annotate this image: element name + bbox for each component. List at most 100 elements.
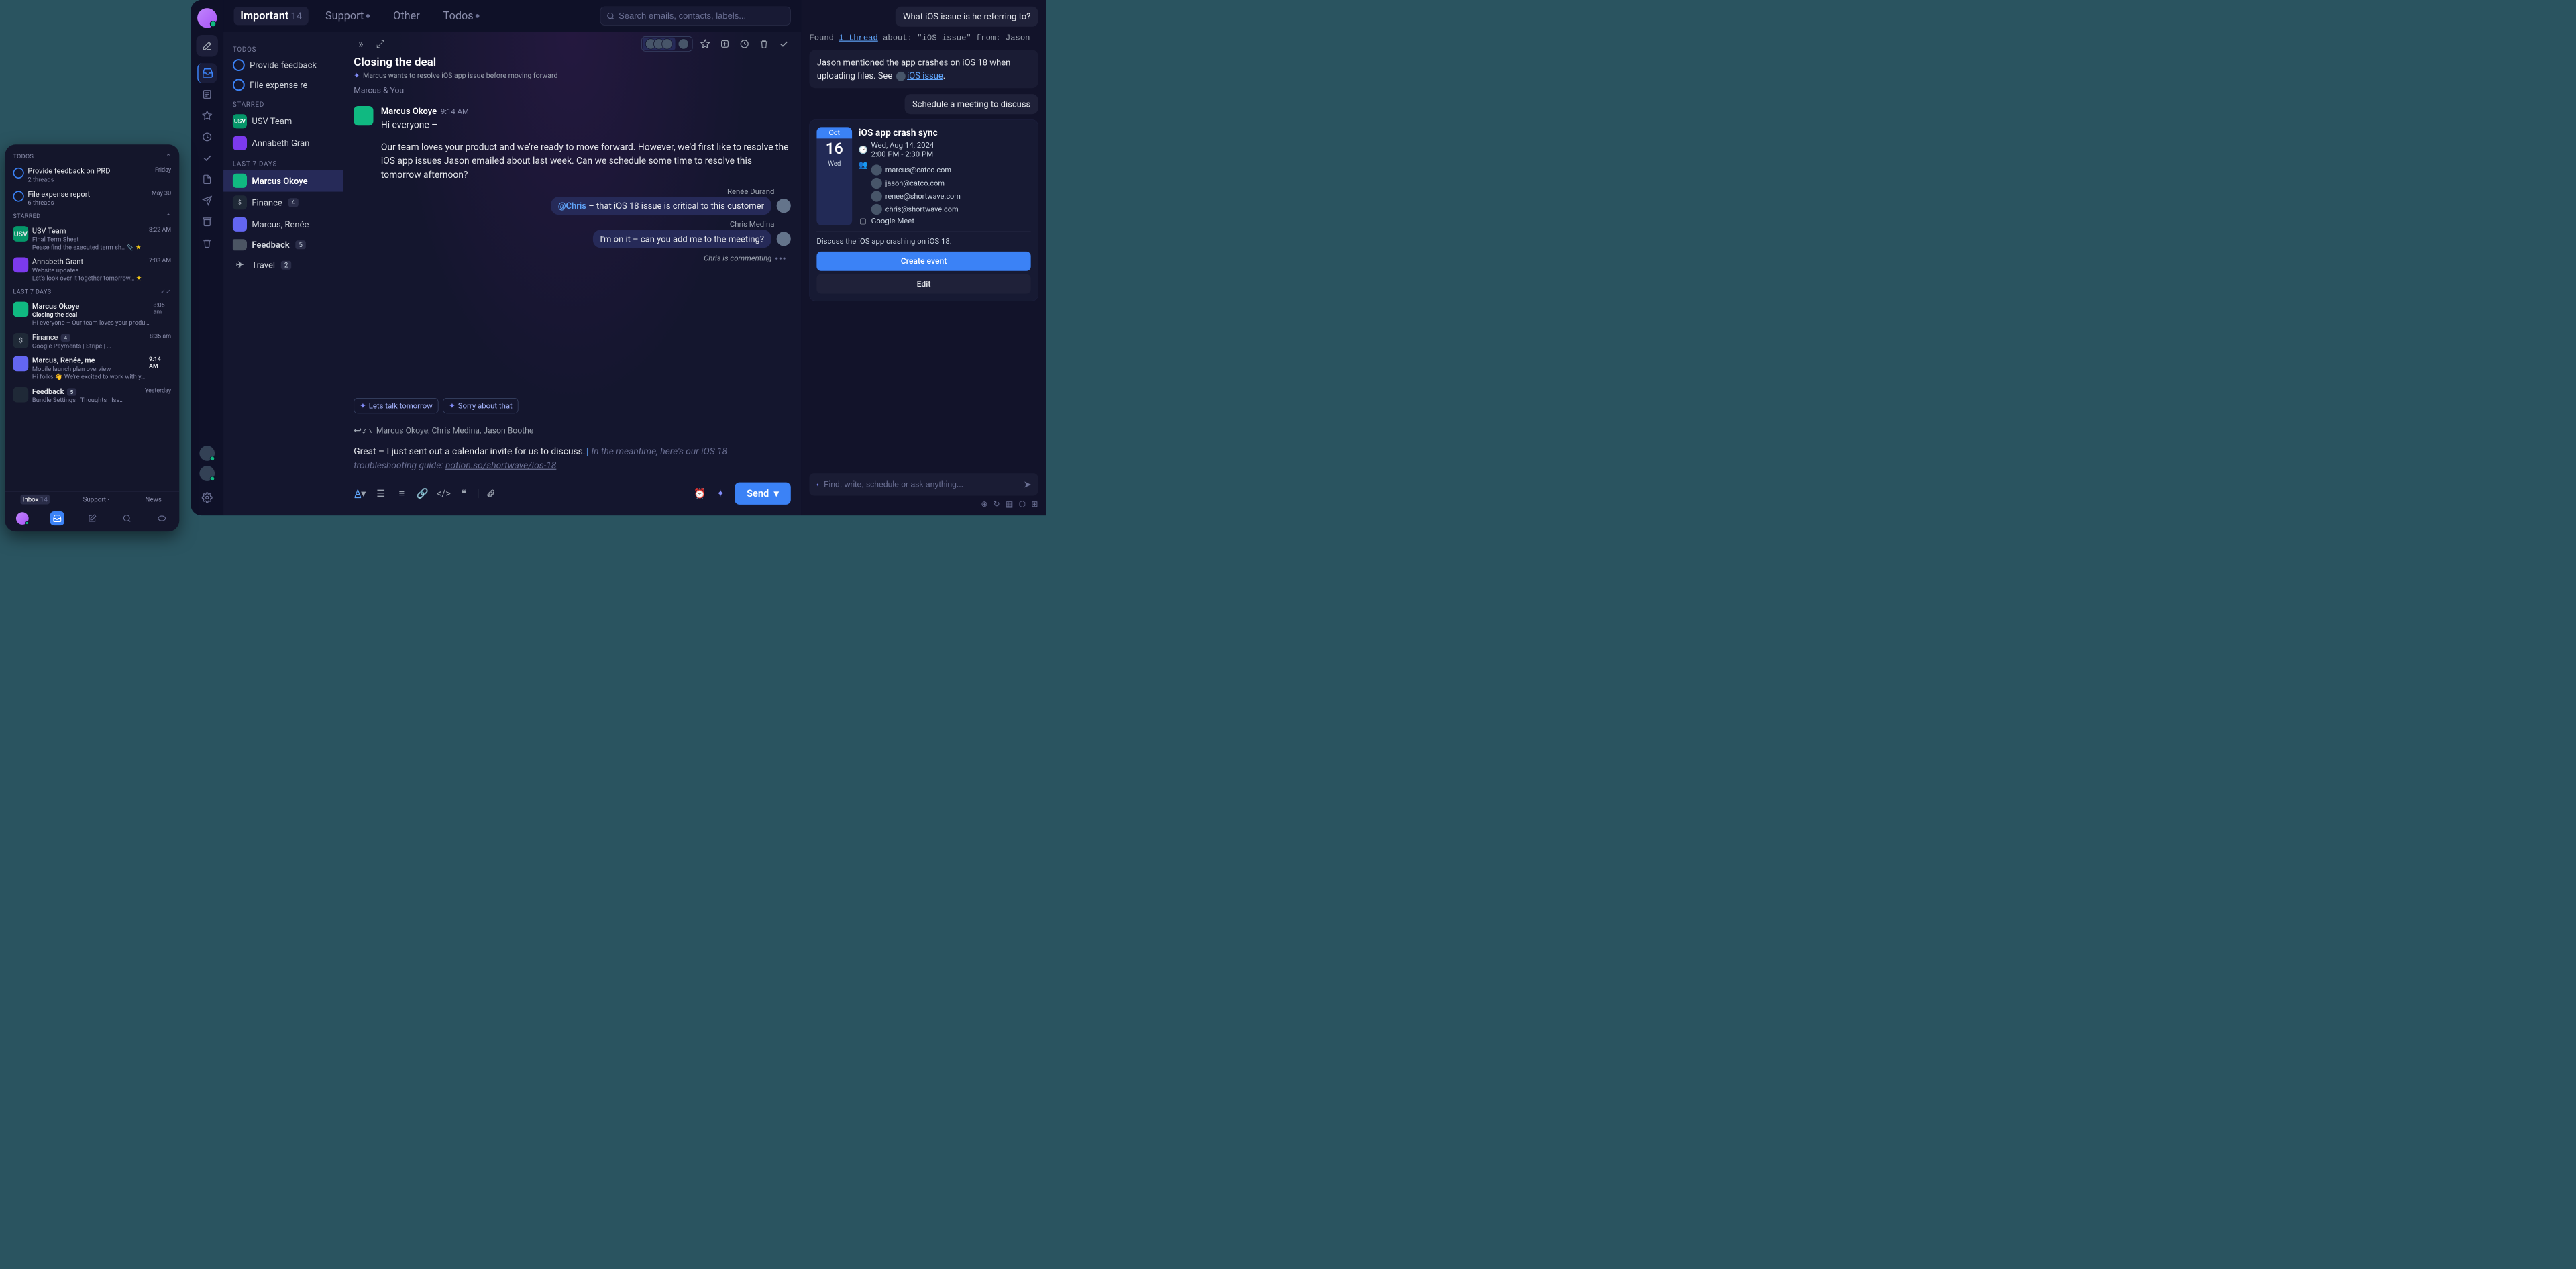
ai-response-link[interactable]: iOS issue	[907, 70, 943, 81]
list-todo-item[interactable]: Provide feedback	[223, 55, 343, 74]
sent-icon[interactable]	[197, 191, 217, 210]
list-item[interactable]: ✈Travel2	[223, 254, 343, 276]
attachment-icon[interactable]	[486, 489, 499, 498]
mobile-email-item[interactable]: $ Finance 4 Google Payments | Stripe | ……	[5, 329, 179, 353]
mobile-todo-item[interactable]: File expense report 6 threads May 30	[5, 187, 179, 210]
compose-icon[interactable]	[85, 511, 99, 525]
mobile-preview: TODOS ⌃ Provide feedback on PRD 2 thread…	[5, 144, 179, 531]
inbox-icon[interactable]	[197, 63, 217, 83]
inline-avatar	[896, 72, 906, 81]
done-icon[interactable]	[777, 37, 791, 51]
link-icon[interactable]: 🔗	[416, 488, 429, 499]
ai-icon[interactable]	[155, 511, 169, 525]
star-icon[interactable]: ★	[136, 244, 141, 251]
search-box[interactable]	[600, 7, 790, 26]
tab-other[interactable]: Other	[386, 7, 426, 25]
ai-write-icon[interactable]: ✦	[714, 488, 727, 499]
suggestion-chip[interactable]: ✦Sorry about that	[443, 398, 518, 413]
new-chat-icon[interactable]: ⊕	[981, 499, 987, 509]
comment-bubble: I'm on it – can you add me to the meetin…	[593, 230, 771, 248]
snoozed-icon[interactable]	[197, 127, 217, 146]
email-greeting: Hi everyone –	[381, 118, 791, 132]
send-button[interactable]: Send▾	[735, 483, 791, 505]
reply-recipients[interactable]: Marcus Okoye, Chris Medina, Jason Boothe	[376, 425, 533, 435]
mention[interactable]: @Chris	[558, 201, 586, 211]
trash-icon[interactable]	[197, 234, 217, 253]
numbered-list-icon[interactable]: ≡	[395, 488, 408, 499]
list-todo-item[interactable]: File expense re	[223, 75, 343, 95]
mobile-email-item[interactable]: Annabeth Grant Website updates Let's loo…	[5, 254, 179, 285]
list-item[interactable]: Annabeth Gran	[223, 132, 343, 154]
todo-circle-icon[interactable]	[233, 59, 245, 71]
edit-event-button[interactable]: Edit	[816, 274, 1030, 294]
text-format-icon[interactable]: A▾	[354, 488, 366, 499]
todo-circle-icon[interactable]	[233, 79, 245, 91]
workspace-avatar[interactable]	[197, 8, 217, 28]
event-card: Oct 16 Wed iOS app crash sync 🕑Wed, Aug …	[809, 119, 1038, 301]
snooze-icon[interactable]	[737, 37, 751, 51]
bullet-list-icon[interactable]: ☰	[374, 488, 387, 499]
list-item[interactable]: Marcus Okoye	[223, 170, 343, 191]
chevron-up-icon[interactable]: ⌃	[166, 213, 171, 219]
mobile-todo-item[interactable]: Provide feedback on PRD 2 threads Friday	[5, 163, 179, 187]
presence-avatar[interactable]	[199, 466, 215, 481]
reply-all-icon[interactable]: ↩⤺	[354, 425, 371, 436]
mobile-email-item[interactable]: Feedback 5 Bundle Settings | Thoughts | …	[5, 384, 179, 407]
ai-input[interactable]: ✦ ➤	[809, 473, 1038, 495]
mobile-email-item[interactable]: Marcus Okoye Closing the deal Hi everyon…	[5, 299, 179, 329]
tab-support[interactable]: Support	[319, 7, 376, 25]
mobile-email-item[interactable]: Marcus, Renée, me Mobile launch plan ove…	[5, 353, 179, 384]
star-icon[interactable]	[698, 37, 712, 51]
mobile-tab-support[interactable]: Support •	[80, 495, 112, 505]
mobile-tab-inbox[interactable]: Inbox 14	[20, 495, 50, 505]
suggestion-chip[interactable]: ✦Lets talk tomorrow	[354, 398, 438, 413]
list-item[interactable]: $Finance4	[223, 192, 343, 213]
send-icon[interactable]: ➤	[1024, 478, 1032, 490]
ai-assistant-pane: What iOS issue is he referring to? Found…	[801, 0, 1046, 515]
list-item[interactable]: Feedback5	[223, 236, 343, 254]
collapse-icon[interactable]: »	[354, 37, 368, 51]
compose-button[interactable]	[196, 35, 217, 56]
avatar-icon[interactable]	[15, 511, 30, 525]
star-icon[interactable]	[197, 106, 217, 125]
list-item[interactable]: USVUSV Team	[223, 111, 343, 132]
star-icon[interactable]: ★	[136, 274, 142, 282]
mobile-email-item[interactable]: USV USV Team Final Term Sheet Pease find…	[5, 223, 179, 254]
code-icon[interactable]: </>	[437, 488, 449, 499]
reply-textarea[interactable]: Great – I just sent out a calendar invit…	[354, 440, 791, 477]
assignees[interactable]	[641, 36, 692, 52]
mobile-tab-news[interactable]: News	[143, 495, 164, 505]
presence-avatar[interactable]	[199, 446, 215, 461]
history-icon[interactable]: ↻	[994, 499, 1000, 509]
create-event-button[interactable]: Create event	[816, 252, 1030, 271]
comment-author: Renée Durand	[354, 187, 791, 195]
list-item[interactable]: Marcus, Renée	[223, 213, 343, 235]
todo-circle-icon[interactable]	[13, 191, 23, 201]
ai-context-link[interactable]: 1 thread	[839, 34, 878, 43]
thread-summary: Marcus wants to resolve iOS app issue be…	[363, 71, 557, 79]
tab-important[interactable]: Important 14	[234, 7, 309, 25]
schedule-send-icon[interactable]: ⏰	[693, 488, 706, 499]
todo-circle-icon[interactable]	[13, 168, 23, 179]
ai-input-field[interactable]	[824, 480, 1019, 489]
quote-icon[interactable]: ❝	[458, 488, 470, 499]
search-icon[interactable]	[120, 511, 134, 525]
pin-icon[interactable]: ⬡	[1019, 499, 1026, 509]
archive-icon[interactable]	[197, 212, 217, 232]
done-all-icon[interactable]: ✓✓	[160, 289, 171, 295]
search-input[interactable]	[619, 11, 784, 21]
tab-todos[interactable]: Todos	[437, 7, 486, 25]
calendar-icon[interactable]: ▦	[1006, 499, 1014, 509]
inbox-icon[interactable]	[50, 511, 64, 525]
settings-icon[interactable]	[197, 488, 217, 507]
trash-icon[interactable]	[757, 37, 771, 51]
drafts-icon[interactable]	[197, 170, 217, 189]
notes-icon[interactable]	[197, 85, 217, 104]
done-icon[interactable]	[197, 148, 217, 168]
clock-icon: 🕑	[859, 145, 867, 154]
chevron-down-icon[interactable]: ▾	[774, 488, 779, 499]
expand-icon[interactable]: ⊞	[1031, 499, 1038, 509]
expand-icon[interactable]: ⤢	[373, 37, 387, 51]
chevron-up-icon[interactable]: ⌃	[166, 153, 171, 160]
todo-icon[interactable]	[718, 37, 732, 51]
